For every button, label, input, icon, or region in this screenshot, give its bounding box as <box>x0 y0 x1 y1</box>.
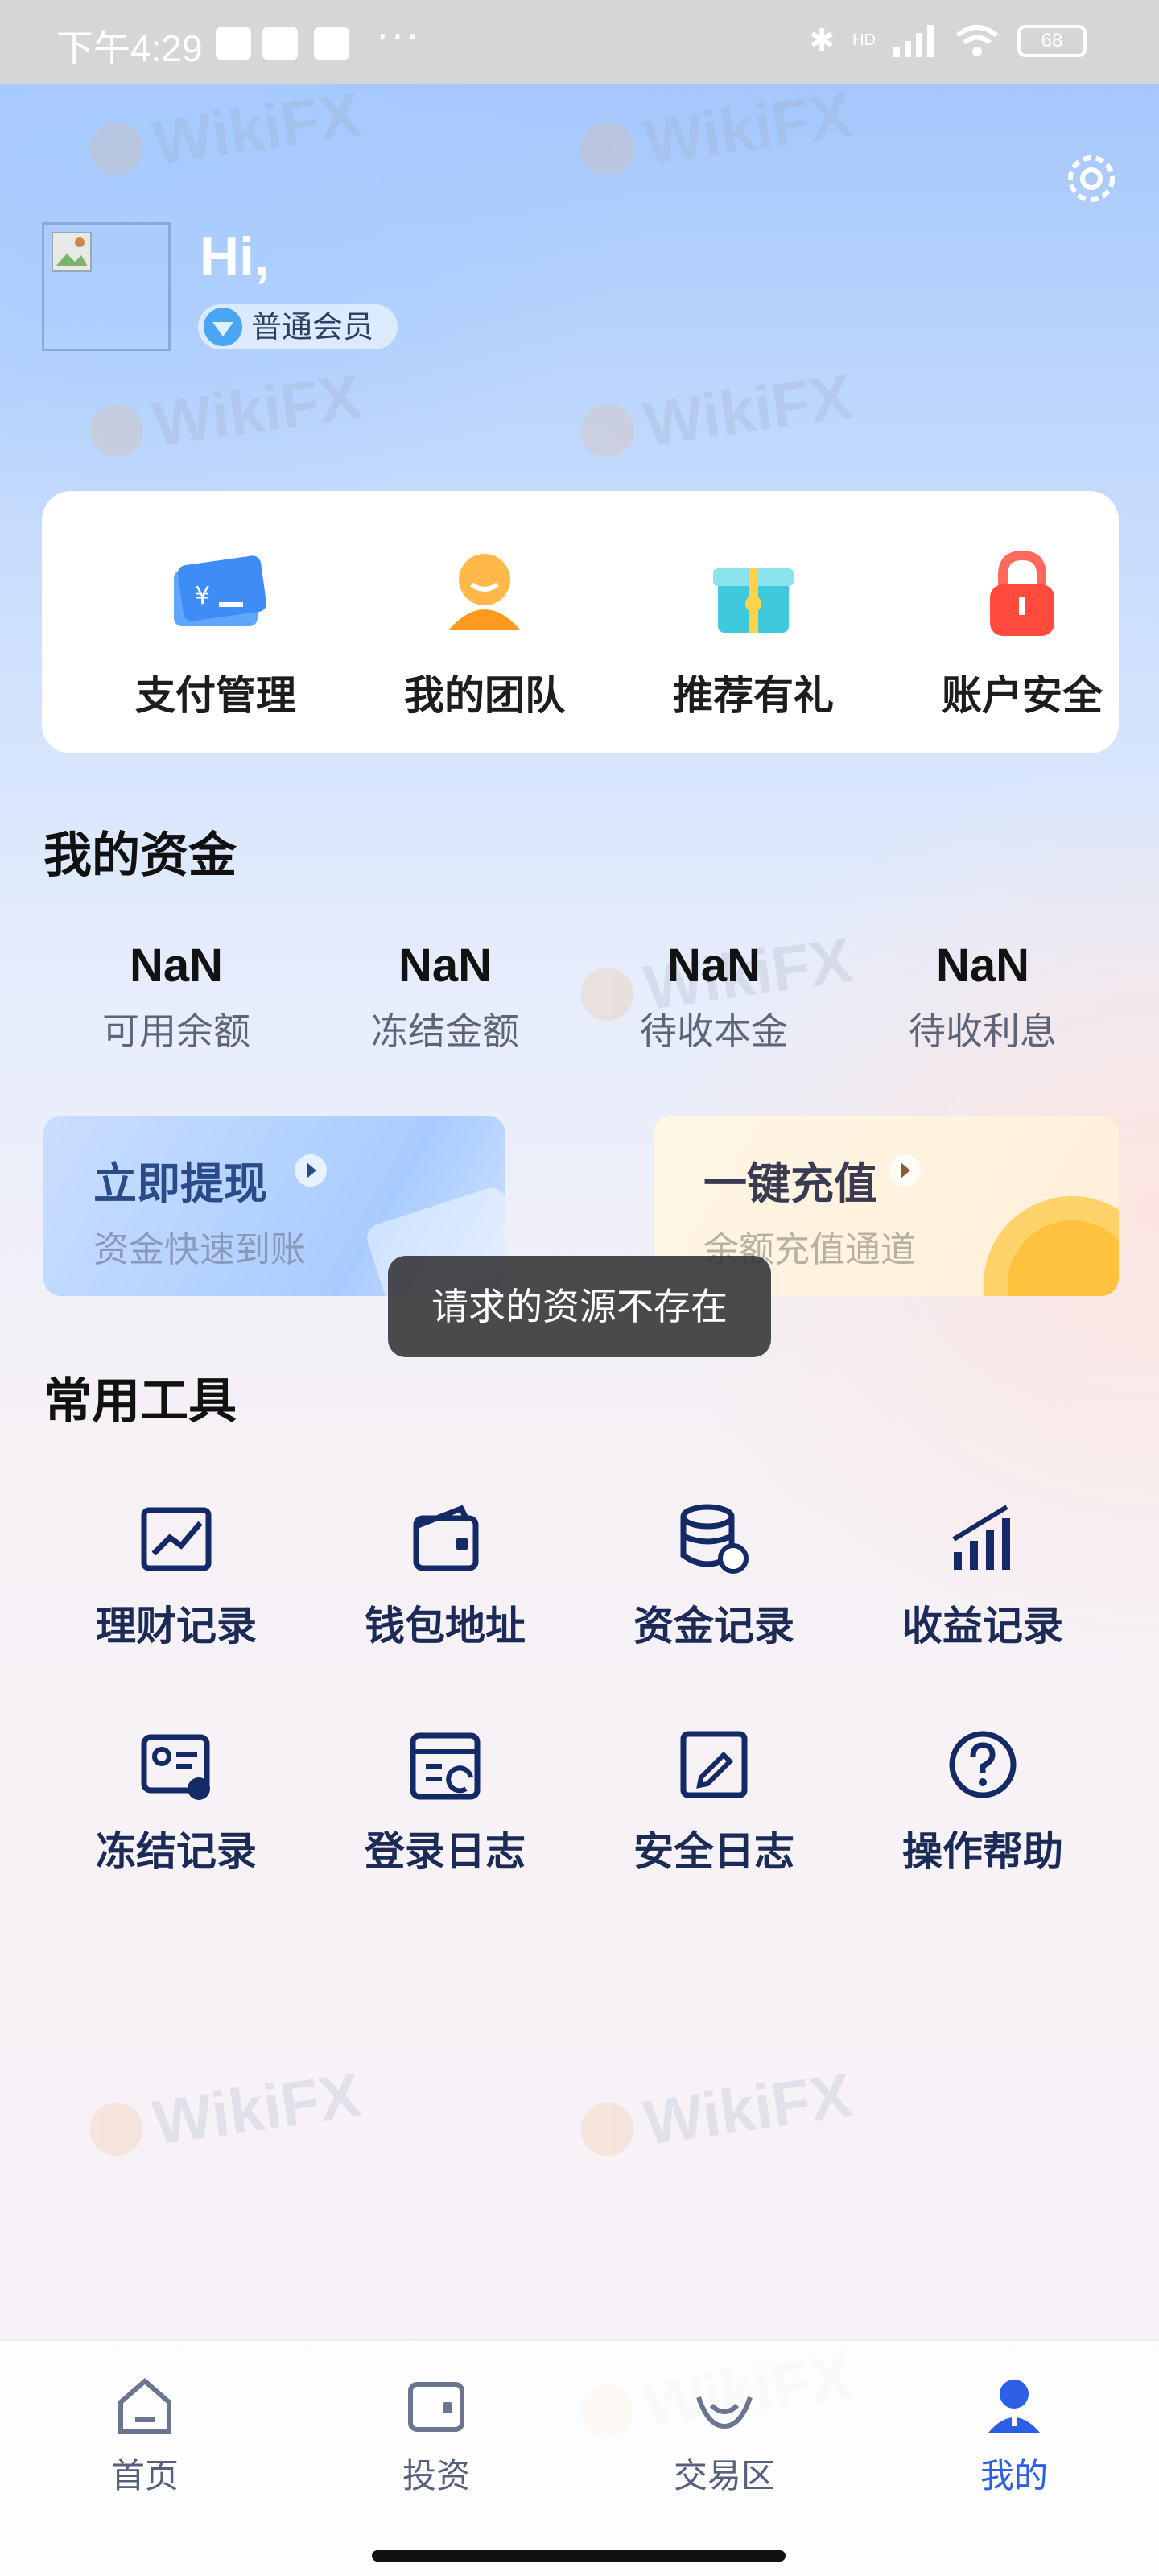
watermark: WikiFX <box>85 78 365 188</box>
tool-wallet-address[interactable]: 钱包地址 <box>312 1499 578 1652</box>
quick-action-team[interactable]: 我的团队 <box>364 536 605 721</box>
trade-hands-icon <box>696 2396 753 2429</box>
bar-chart-icon <box>952 1505 1010 1570</box>
fund-frozen-amount: NaN 冻结金额 <box>371 939 519 1053</box>
quick-actions-card: ¥ 支付管理 我的团队 推荐有礼 账户安全 <box>42 491 1119 753</box>
watermark-logo-icon <box>86 118 146 179</box>
watermark-logo-icon <box>86 2099 146 2159</box>
quick-action-label: 我的团队 <box>404 672 565 719</box>
tool-income-records[interactable]: 收益记录 <box>850 1499 1116 1652</box>
home-icon <box>118 2378 171 2434</box>
id-card-icon <box>141 1734 210 1800</box>
settings-gear-icon[interactable] <box>1062 150 1120 208</box>
bottom-navigation: 首页 投资 交易区 我的 <box>0 2339 1159 2576</box>
signal-bars-icon <box>893 24 934 57</box>
quick-action-security[interactable]: 账户安全 <box>901 536 1143 721</box>
message-icon <box>216 27 251 60</box>
diamond-icon <box>204 308 242 346</box>
status-indicators: ✱ HD 68 <box>809 23 1087 59</box>
status-bar: 下午4:29 ··· ✱ HD 68 <box>0 0 1159 84</box>
arrow-right-icon <box>889 1154 921 1187</box>
help-icon <box>949 1731 1017 1798</box>
tool-frozen-records[interactable]: 冻结记录 <box>43 1724 309 1877</box>
gift-icon <box>713 568 794 633</box>
funds-title: 我的资金 <box>43 828 237 885</box>
error-toast: 请求的资源不存在 <box>388 1256 771 1357</box>
nav-trade[interactable]: 交易区 <box>604 2373 845 2498</box>
signal-icon: HD <box>852 31 876 49</box>
quick-action-label: 支付管理 <box>135 672 296 719</box>
notification-icon <box>314 27 349 60</box>
nav-home[interactable]: 首页 <box>24 2373 266 2498</box>
nav-me[interactable]: 我的 <box>893 2373 1135 2498</box>
greeting: Hi, <box>200 226 270 287</box>
watermark-logo-icon <box>577 2099 637 2159</box>
invest-wallet-icon <box>408 2382 464 2432</box>
svg-text:¥: ¥ <box>195 582 210 610</box>
watermark: WikiFX <box>85 2058 365 2169</box>
watermark-logo-icon <box>577 400 637 460</box>
coin-decoration-icon <box>984 1196 1119 1296</box>
nav-invest[interactable]: 投资 <box>316 2373 557 2498</box>
broken-image-icon <box>52 232 92 272</box>
watermark: WikiFX <box>575 2058 856 2169</box>
notification-icon <box>262 27 298 60</box>
watermark: WikiFX <box>85 360 365 470</box>
fund-pending-principal: NaN 待收本金 <box>640 939 788 1053</box>
chart-line-icon <box>141 1507 212 1571</box>
bluetooth-icon: ✱ <box>809 24 835 58</box>
arrow-right-icon <box>295 1154 327 1187</box>
fund-available-balance: NaN 可用余额 <box>102 939 250 1053</box>
tool-help[interactable]: 操作帮助 <box>850 1724 1116 1877</box>
status-time: 下午4:29 <box>56 27 203 69</box>
wifi-icon <box>956 24 998 56</box>
tool-login-logs[interactable]: 登录日志 <box>312 1724 578 1877</box>
watermark-logo-icon <box>86 400 146 460</box>
user-icon <box>988 2380 1040 2433</box>
tool-security-logs[interactable]: 安全日志 <box>581 1724 847 1877</box>
home-indicator[interactable] <box>372 2550 786 2562</box>
log-calendar-icon <box>410 1732 481 1800</box>
team-icon <box>449 554 520 630</box>
lock-icon <box>990 550 1054 636</box>
quick-action-label: 推荐有礼 <box>673 672 834 719</box>
tool-fund-records[interactable]: 资金记录 <box>581 1499 847 1652</box>
tools-title: 常用工具 <box>43 1373 237 1430</box>
quick-action-label: 账户安全 <box>942 672 1103 719</box>
card-icon: ¥ <box>174 555 267 626</box>
edit-doc-icon <box>680 1731 748 1798</box>
fund-pending-interest: NaN 待收利息 <box>909 939 1057 1053</box>
member-badge: 普通会员 <box>198 304 398 349</box>
watermark: WikiFX <box>575 360 856 470</box>
more-notifications-icon: ··· <box>377 14 422 58</box>
watermark-logo-icon <box>577 118 637 179</box>
battery-icon: 68 <box>1017 24 1087 57</box>
quick-action-referral[interactable]: 推荐有礼 <box>633 536 874 721</box>
wallet-icon <box>413 1505 479 1571</box>
profile-page: WikiFX WikiFX WikiFX WikiFX WikiFX WikiF… <box>0 0 1159 2576</box>
avatar[interactable] <box>42 222 171 351</box>
quick-action-payment[interactable]: ¥ 支付管理 <box>95 536 336 721</box>
tool-finance-records[interactable]: 理财记录 <box>43 1499 309 1652</box>
coins-icon <box>680 1504 749 1574</box>
watermark: WikiFX <box>575 78 856 188</box>
